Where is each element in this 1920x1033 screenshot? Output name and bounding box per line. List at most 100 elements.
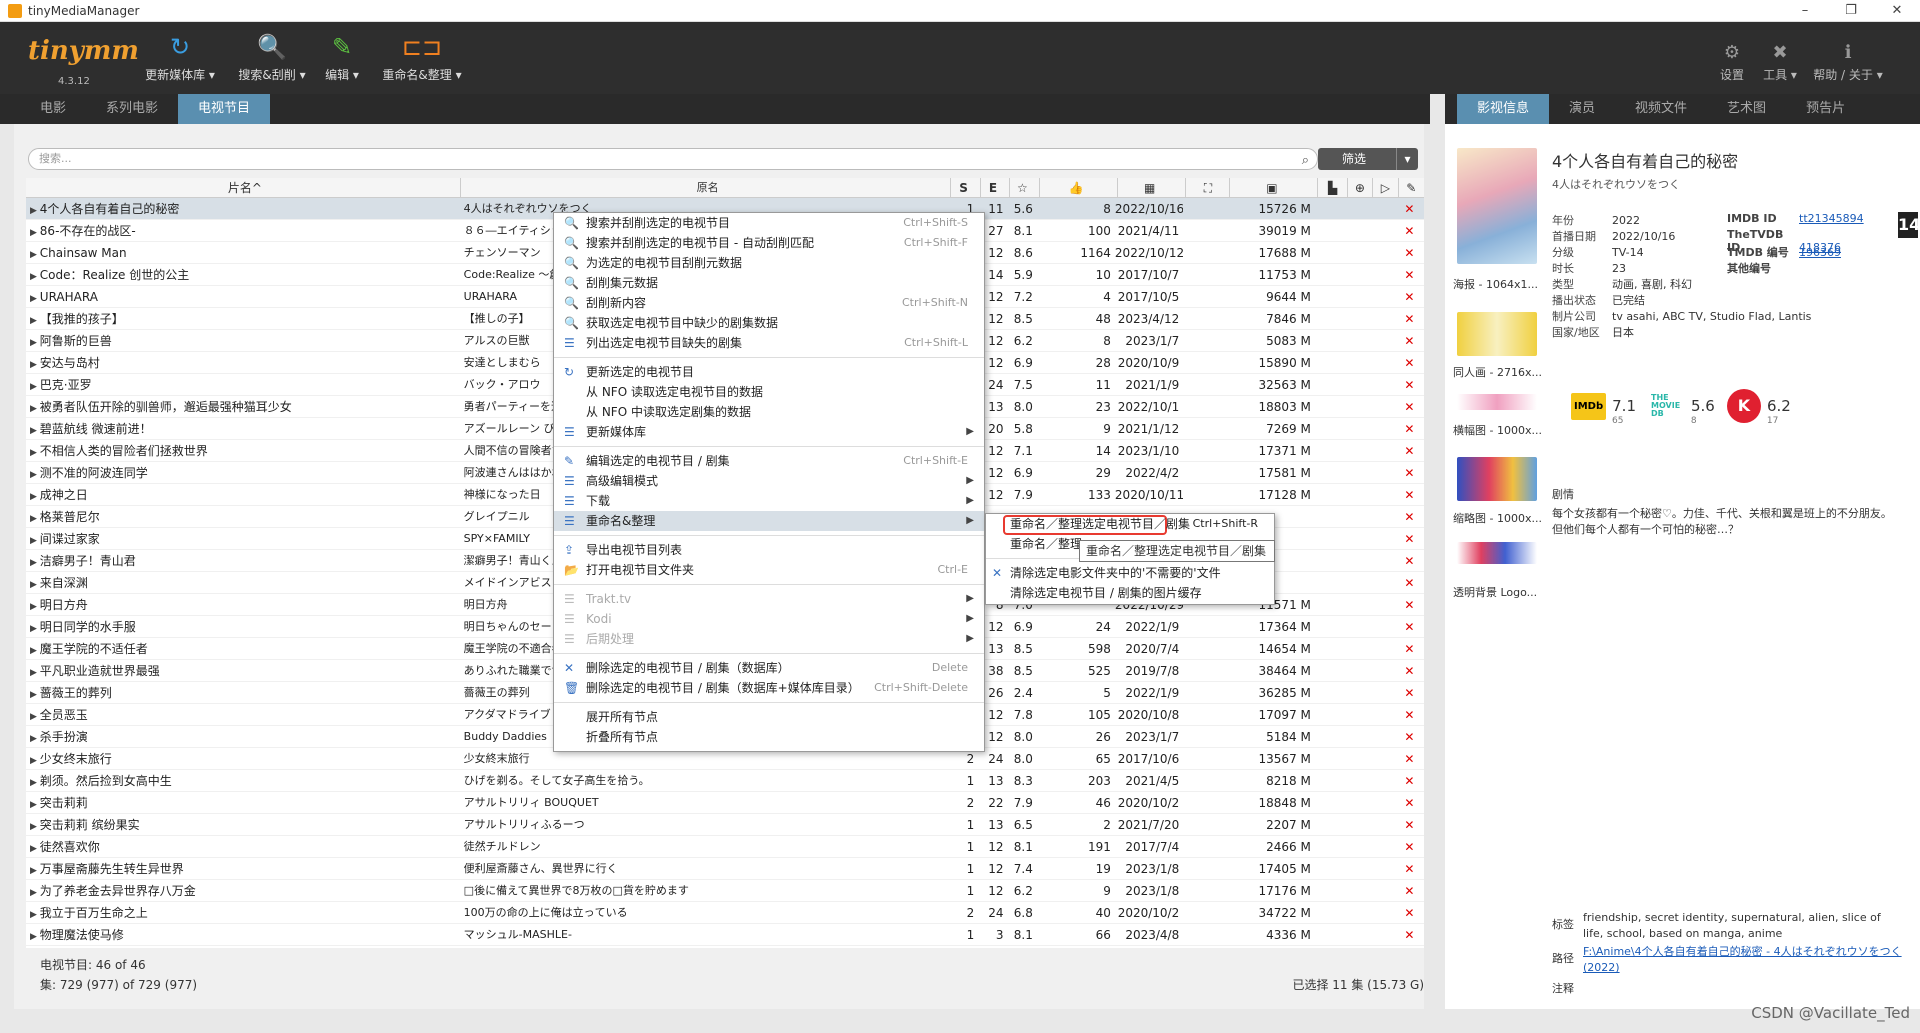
menu-item[interactable]: ✎ 编辑选定的电视节目 / 剧集 Ctrl+Shift-E (554, 451, 984, 471)
table-row[interactable]: ▶ 剃须。然后捡到女高中生 ひげを剃る。そして女子高生を拾う。 1 13 8.3 203 2… (26, 770, 1424, 792)
delete-icon[interactable]: ✕ (1395, 374, 1424, 395)
play-icon[interactable]: ▷ (1373, 178, 1399, 197)
menu-item[interactable]: ☰ Trakt.tv ▶ (554, 589, 984, 609)
fanart-image[interactable] (1457, 312, 1537, 356)
update-library-button[interactable]: ↻ 更新媒体库 ▾ (140, 30, 220, 83)
delete-icon[interactable]: ✕ (1395, 462, 1424, 483)
expand-icon[interactable]: ▶ (30, 646, 40, 656)
expand-icon[interactable]: ▶ (30, 624, 40, 634)
expand-icon[interactable]: ▶ (30, 580, 40, 590)
restore-button[interactable]: ❐ (1828, 0, 1874, 22)
filter-button[interactable]: 筛选 ▾ (1318, 148, 1418, 170)
delete-icon[interactable]: ✕ (1395, 308, 1424, 329)
expand-icon[interactable]: ▶ (30, 316, 40, 326)
expand-icon[interactable]: ▶ (30, 404, 40, 414)
delete-icon[interactable]: ✕ (1395, 506, 1424, 527)
menu-item[interactable]: 展开所有节点 (554, 707, 984, 727)
banner-image[interactable] (1457, 394, 1537, 410)
expand-icon[interactable]: ▶ (30, 690, 40, 700)
edit-button[interactable]: ✎ 编辑 ▾ (320, 30, 364, 83)
menu-item[interactable]: ✕ 删除选定的电视节目 / 剧集（数据库） Delete (554, 658, 984, 678)
expand-icon[interactable]: ▶ (30, 734, 40, 744)
delete-icon[interactable]: ✕ (1395, 924, 1424, 945)
tab-artwork[interactable]: 艺术图 (1707, 94, 1786, 124)
calendar-icon[interactable]: ▦ (1118, 178, 1187, 197)
delete-icon[interactable]: ✕ (1395, 836, 1424, 857)
expand-icon[interactable]: ▶ (30, 360, 40, 370)
menu-rename-selected[interactable]: 重命名／整理选定电视节目／剧集 Ctrl+Shift-R (986, 514, 1274, 534)
delete-icon[interactable]: ✕ (1395, 528, 1424, 549)
wrench-icon[interactable]: ✎ (1399, 178, 1424, 197)
menu-item[interactable]: 🔍 为选定的电视节目刮削元数据 (554, 253, 984, 273)
expand-icon[interactable]: ▶ (30, 536, 40, 546)
tab-cast[interactable]: 演员 (1549, 94, 1615, 124)
menu-clear-image-cache[interactable]: 清除选定电视节目 / 剧集的图片缓存 (986, 583, 1274, 603)
table-row[interactable]: ▶ 万事屋斋藤先生转生异世界 便利屋斎藤さん、異世界に行く 1 12 7.4 19 2023… (26, 858, 1424, 880)
expand-icon[interactable]: ▶ (30, 888, 40, 898)
expand-icon[interactable]: ▶ (30, 492, 40, 502)
table-row[interactable]: ▶ 突击莉莉 缤纷果实 アサルトリリィふるーつ 1 13 6.5 2 2021/7/20 22… (26, 814, 1424, 836)
delete-icon[interactable]: ✕ (1395, 748, 1424, 769)
table-row[interactable]: ▶ 徒然喜欢你 徒然チルドレン 1 12 8.1 191 2017/7/4 2466 M ✕ (26, 836, 1424, 858)
logo-image[interactable] (1457, 542, 1537, 564)
menu-item[interactable]: 📂 打开电视节目文件夹 Ctrl-E (554, 560, 984, 580)
menu-item[interactable]: 🔍 获取选定电视节目中缺少的剧集数据 (554, 313, 984, 333)
table-row[interactable]: ▶ 突击莉莉 アサルトリリィ BOUQUET 2 22 7.9 46 2020/10/2 18… (26, 792, 1424, 814)
expand-icon[interactable]: ▶ (30, 932, 40, 942)
thumb-image[interactable] (1457, 457, 1537, 501)
expand-icon[interactable]: ▶ (30, 338, 40, 348)
expand-icon[interactable]: ▶ (30, 294, 40, 304)
resolution-icon[interactable]: ⛶ (1186, 178, 1231, 197)
expand-icon[interactable]: ▶ (30, 778, 40, 788)
expand-icon[interactable]: ▶ (30, 470, 40, 480)
delete-icon[interactable]: ✕ (1395, 484, 1424, 505)
menu-item[interactable]: 🔍 搜索并刮削选定的电视节目 - 自动刮削匹配 Ctrl+Shift-F (554, 233, 984, 253)
expand-icon[interactable]: ▶ (30, 756, 40, 766)
delete-icon[interactable]: ✕ (1395, 572, 1424, 593)
expand-icon[interactable]: ▶ (30, 668, 40, 678)
delete-icon[interactable]: ✕ (1395, 616, 1424, 637)
search-input[interactable]: 搜索... ⌕ (28, 148, 1318, 170)
tab-trailer[interactable]: 预告片 (1786, 94, 1865, 124)
menu-item[interactable]: ↻ 更新选定的电视节目 (554, 362, 984, 382)
menu-item[interactable]: ☰ 更新媒体库 ▶ (554, 422, 984, 442)
menu-item[interactable]: 折叠所有节点 (554, 727, 984, 747)
delete-icon[interactable]: ✕ (1395, 704, 1424, 725)
col-title[interactable]: 片名^ (26, 178, 461, 197)
delete-icon[interactable]: ✕ (1395, 286, 1424, 307)
delete-icon[interactable]: ✕ (1395, 770, 1424, 791)
col-original-title[interactable]: 原名 (461, 178, 952, 197)
minimize-button[interactable]: – (1782, 0, 1828, 22)
table-row[interactable]: ▶ 物理魔法使马修 マッシュル-MASHLE- 1 3 8.1 66 2023/4/8 433… (26, 924, 1424, 946)
expand-icon[interactable]: ▶ (30, 272, 40, 282)
delete-icon[interactable]: ✕ (1395, 330, 1424, 351)
delete-icon[interactable]: ✕ (1395, 594, 1424, 615)
menu-item[interactable]: 🔍 刮削集元数据 (554, 273, 984, 293)
poster-image[interactable] (1457, 148, 1537, 264)
tools-button[interactable]: ✖ 工具 ▾ (1760, 42, 1800, 83)
split-divider[interactable] (1430, 94, 1445, 1009)
delete-icon[interactable]: ✕ (1395, 418, 1424, 439)
menu-clean-unwanted[interactable]: ✕ 清除选定电影文件夹中的'不需要的'文件 (986, 563, 1274, 583)
menu-item[interactable]: 从 NFO 中读取选定剧集的数据 (554, 402, 984, 422)
search-scrape-button[interactable]: 🔍 搜索&刮削 ▾ (232, 30, 312, 83)
chart-icon[interactable]: ▙ (1318, 178, 1348, 197)
delete-icon[interactable]: ✕ (1395, 264, 1424, 285)
close-button[interactable]: ✕ (1874, 0, 1920, 22)
tab-media-files[interactable]: 视频文件 (1615, 94, 1707, 124)
delete-icon[interactable]: ✕ (1395, 792, 1424, 813)
menu-item[interactable]: ☰ 重命名&整理 ▶ (554, 511, 984, 531)
expand-icon[interactable]: ▶ (30, 448, 40, 458)
rename-button[interactable]: ⊏⊐ 重命名&整理 ▾ (378, 30, 466, 83)
delete-icon[interactable]: ✕ (1395, 242, 1424, 263)
menu-item[interactable]: 🗑 删除选定的电视节目 / 剧集（数据库+媒体库目录） Ctrl+Shift-Del… (554, 678, 984, 698)
expand-icon[interactable]: ▶ (30, 844, 40, 854)
menu-item[interactable]: 🔍 搜索并刮削选定的电视节目 Ctrl+Shift-S (554, 213, 984, 233)
menu-item[interactable]: ☰ 下载 ▶ (554, 491, 984, 511)
table-row[interactable]: ▶ 我立于百万生命之上 100万の命の上に俺は立っている 2 24 6.8 40 2020/… (26, 902, 1424, 924)
delete-icon[interactable]: ✕ (1395, 814, 1424, 835)
delete-icon[interactable]: ✕ (1395, 880, 1424, 901)
menu-item[interactable]: ☰ 后期处理 ▶ (554, 629, 984, 649)
disk-icon[interactable]: ▣ (1230, 178, 1319, 197)
delete-icon[interactable]: ✕ (1395, 726, 1424, 747)
